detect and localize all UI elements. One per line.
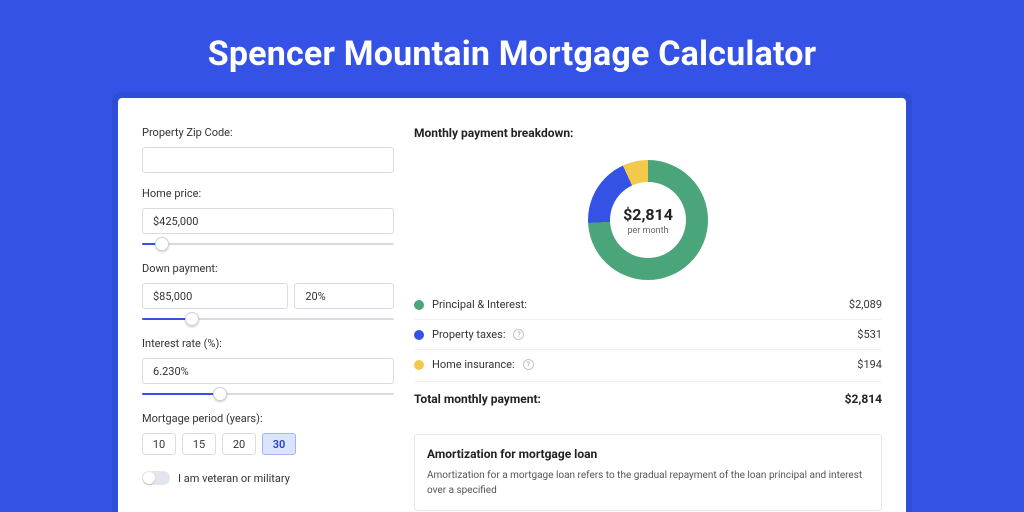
price-slider[interactable]: [142, 240, 394, 248]
down-label: Down payment:: [142, 262, 394, 275]
price-input[interactable]: [142, 208, 394, 234]
rate-label: Interest rate (%):: [142, 337, 394, 350]
legend-label: Principal & Interest:: [432, 298, 527, 311]
legend: Principal & Interest: $2,089 Property taxe…: [414, 290, 882, 379]
zip-input[interactable]: [142, 147, 394, 173]
legend-value: $194: [857, 358, 882, 371]
total-value: $2,814: [845, 392, 882, 406]
calculator-card: Property Zip Code: Home price: Down paym…: [118, 98, 906, 512]
legend-dot: [414, 330, 424, 340]
legend-label: Property taxes:: [432, 328, 505, 341]
price-label: Home price:: [142, 187, 394, 200]
donut-sub: per month: [627, 226, 668, 236]
amortization-card: Amortization for mortgage loan Amortizat…: [414, 434, 882, 511]
help-icon[interactable]: ?: [523, 359, 534, 370]
period-option-20[interactable]: 20: [222, 433, 256, 455]
breakdown-panel: Monthly payment breakdown: $2,814 per mo…: [414, 126, 882, 512]
legend-row: Principal & Interest: $2,089: [414, 290, 882, 320]
rate-slider[interactable]: [142, 390, 394, 398]
donut-chart-wrap: $2,814 per month: [414, 150, 882, 290]
amortization-title: Amortization for mortgage loan: [427, 447, 869, 461]
zip-label: Property Zip Code:: [142, 126, 394, 139]
rate-input[interactable]: [142, 358, 394, 384]
down-slider[interactable]: [142, 315, 394, 323]
period-segmented: 10 15 20 30: [142, 433, 394, 455]
total-row: Total monthly payment: $2,814: [414, 381, 882, 416]
period-label: Mortgage period (years):: [142, 412, 394, 425]
inputs-panel: Property Zip Code: Home price: Down paym…: [142, 126, 394, 512]
down-amount-input[interactable]: [142, 283, 288, 309]
amortization-text: Amortization for a mortgage loan refers …: [427, 469, 869, 498]
breakdown-title: Monthly payment breakdown:: [414, 126, 882, 140]
legend-dot: [414, 360, 424, 370]
period-option-30[interactable]: 30: [262, 433, 296, 455]
legend-label: Home insurance:: [432, 358, 515, 371]
legend-value: $531: [857, 328, 882, 341]
donut-amount: $2,814: [623, 205, 673, 224]
total-label: Total monthly payment:: [414, 392, 541, 406]
period-option-15[interactable]: 15: [182, 433, 216, 455]
legend-dot: [414, 300, 424, 310]
legend-row: Home insurance:? $194: [414, 350, 882, 379]
down-pct-input[interactable]: [294, 283, 394, 309]
veteran-toggle[interactable]: [142, 471, 170, 485]
donut-chart: $2,814 per month: [588, 160, 708, 280]
veteran-label: I am veteran or military: [178, 472, 290, 485]
legend-row: Property taxes:? $531: [414, 320, 882, 350]
help-icon[interactable]: ?: [513, 329, 524, 340]
period-option-10[interactable]: 10: [142, 433, 176, 455]
legend-value: $2,089: [849, 298, 882, 311]
page-title: Spencer Mountain Mortgage Calculator: [208, 34, 817, 74]
